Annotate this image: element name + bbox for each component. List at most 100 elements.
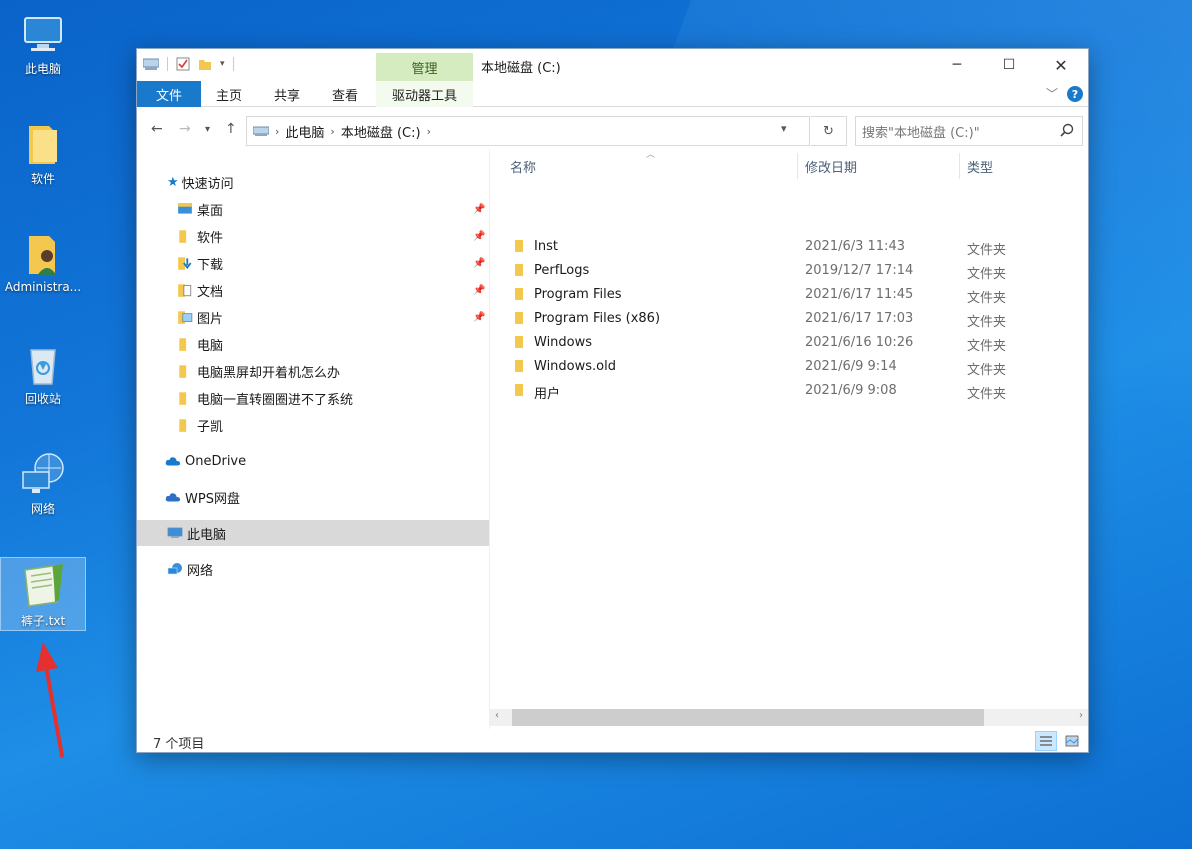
item-count: 7 个项目 bbox=[153, 737, 205, 752]
nav-label: 网络 bbox=[187, 563, 214, 579]
details-view-button[interactable] bbox=[1035, 731, 1057, 751]
nav-onedrive[interactable]: OneDrive bbox=[137, 448, 489, 474]
scroll-right-arrow-icon[interactable]: › bbox=[1079, 710, 1083, 721]
column-header-date[interactable]: 修改日期 bbox=[805, 149, 857, 183]
tab-drive-tools[interactable]: 驱动器工具 bbox=[376, 81, 473, 107]
properties-icon[interactable] bbox=[176, 57, 190, 71]
breadcrumb-chevron-icon[interactable]: › bbox=[330, 125, 334, 138]
nav-quick-access[interactable]: ★ 快速访问 bbox=[137, 169, 489, 195]
breadcrumb-this-pc[interactable]: 此电脑 bbox=[285, 122, 324, 141]
customize-toolbar-chevron-icon[interactable]: ▾ bbox=[220, 59, 225, 69]
nav-wps-drive[interactable]: WPS网盘 bbox=[137, 484, 489, 510]
computer-icon bbox=[167, 527, 183, 538]
help-icon[interactable]: ? bbox=[1067, 86, 1083, 102]
large-icons-view-button[interactable] bbox=[1061, 731, 1083, 751]
navigation-bar: ← → ▾ ↑ › 此电脑 › 本地磁盘 (C:) › ▾ ↻ 搜索"本地磁盘 … bbox=[137, 113, 1088, 149]
refresh-button[interactable]: ↻ bbox=[811, 116, 847, 146]
up-arrow-icon[interactable]: ↑ bbox=[225, 121, 237, 137]
desktop-icon-recycle-bin[interactable]: 回收站 bbox=[0, 336, 86, 410]
nav-item-downloads[interactable]: 下载 bbox=[137, 250, 489, 276]
tab-home[interactable]: 主页 bbox=[201, 81, 257, 107]
folder-icon bbox=[179, 365, 187, 378]
tab-manage[interactable]: 管理 bbox=[376, 53, 473, 81]
breadcrumb-chevron-icon[interactable]: › bbox=[427, 125, 431, 138]
drive-icon bbox=[143, 58, 159, 70]
tab-file[interactable]: 文件 bbox=[137, 81, 201, 107]
nav-item-spinning-folder[interactable]: 电脑一直转圈圈进不了系统 bbox=[137, 385, 489, 411]
address-history-chevron-icon[interactable]: ▾ bbox=[781, 122, 787, 135]
scrollbar-thumb[interactable] bbox=[512, 709, 984, 726]
minimize-button[interactable]: ─ bbox=[931, 49, 983, 81]
column-separator[interactable] bbox=[797, 153, 798, 179]
file-name: 用户 bbox=[534, 387, 561, 402]
desktop-icon-label: Administra... bbox=[4, 280, 82, 294]
address-bar[interactable]: › 此电脑 › 本地磁盘 (C:) › bbox=[246, 116, 810, 146]
file-row[interactable]: Inst 2021/6/3 11:43 文件夹 bbox=[490, 235, 1088, 259]
breadcrumb-local-disk[interactable]: 本地磁盘 (C:) bbox=[341, 122, 421, 141]
column-separator[interactable] bbox=[959, 153, 960, 179]
search-input[interactable]: 搜索"本地磁盘 (C:)" bbox=[855, 116, 1083, 146]
back-arrow-icon[interactable]: ← bbox=[151, 121, 163, 137]
horizontal-scrollbar[interactable]: ‹ › bbox=[490, 709, 1088, 726]
pin-icon[interactable]: 📌 bbox=[473, 258, 485, 269]
pin-icon[interactable]: 📌 bbox=[473, 312, 485, 323]
pin-icon[interactable]: 📌 bbox=[473, 231, 485, 242]
pin-icon[interactable]: 📌 bbox=[473, 204, 485, 215]
desktop-icon-administrator[interactable]: Administra... bbox=[0, 226, 86, 300]
new-folder-icon[interactable] bbox=[198, 57, 212, 71]
column-header-type[interactable]: 类型 bbox=[967, 149, 993, 183]
recycle-bin-icon bbox=[19, 340, 67, 388]
file-date: 2021/6/17 11:45 bbox=[805, 287, 914, 302]
desktop-icon-network[interactable]: 网络 bbox=[0, 446, 86, 520]
file-row[interactable]: Windows.old 2021/6/9 9:14 文件夹 bbox=[490, 355, 1088, 379]
desktop-icon-label: 回收站 bbox=[24, 392, 61, 406]
tab-share[interactable]: 共享 bbox=[259, 81, 315, 107]
close-button[interactable]: ✕ bbox=[1035, 49, 1087, 81]
scroll-left-arrow-icon[interactable]: ‹ bbox=[495, 710, 499, 721]
desktop-icon-software-folder[interactable]: 软件 bbox=[0, 116, 86, 190]
network-icon bbox=[19, 450, 67, 498]
nav-network[interactable]: 网络 bbox=[137, 556, 489, 582]
desktop-icon-this-pc[interactable]: 此电脑 bbox=[0, 6, 86, 80]
expand-ribbon-icon[interactable]: ﹀ bbox=[1046, 85, 1058, 102]
file-type: 文件夹 bbox=[967, 315, 1007, 330]
folder-icon bbox=[515, 288, 523, 300]
ribbon-tabs: 文件 主页 共享 查看 驱动器工具 ﹀ ? bbox=[137, 81, 1088, 107]
file-type: 文件夹 bbox=[967, 267, 1007, 282]
nav-item-desktop[interactable]: 桌面 bbox=[137, 196, 489, 222]
column-header-name[interactable]: 名称 bbox=[510, 149, 536, 183]
nav-item-black-screen-folder[interactable]: 电脑黑屏却开着机怎么办 bbox=[137, 358, 489, 384]
forward-arrow-icon[interactable]: → bbox=[179, 121, 191, 137]
maximize-button[interactable]: ☐ bbox=[983, 49, 1035, 81]
search-placeholder: 搜索"本地磁盘 (C:)" bbox=[862, 125, 980, 141]
file-row[interactable]: 用户 2021/6/9 9:08 文件夹 bbox=[490, 379, 1088, 403]
folder-icon bbox=[515, 240, 523, 252]
recent-locations-chevron-icon[interactable]: ▾ bbox=[205, 124, 210, 135]
pin-icon[interactable]: 📌 bbox=[473, 285, 485, 296]
nav-item-zikai-folder[interactable]: 子凯 bbox=[137, 412, 489, 438]
nav-label: 软件 bbox=[197, 230, 224, 246]
tab-view[interactable]: 查看 bbox=[317, 81, 373, 107]
refresh-icon: ↻ bbox=[823, 123, 834, 139]
nav-item-pictures[interactable]: 图片 bbox=[137, 304, 489, 330]
nav-item-computer-folder[interactable]: 电脑 bbox=[137, 331, 489, 357]
nav-item-software[interactable]: 软件 bbox=[137, 223, 489, 249]
nav-label: 电脑 bbox=[197, 338, 224, 354]
wps-cloud-icon bbox=[165, 493, 181, 502]
documents-folder-icon bbox=[178, 284, 192, 297]
file-row[interactable]: Program Files 2021/6/17 11:45 文件夹 bbox=[490, 283, 1088, 307]
file-row[interactable]: PerfLogs 2019/12/7 17:14 文件夹 bbox=[490, 259, 1088, 283]
pictures-folder-icon bbox=[178, 311, 193, 324]
file-row[interactable]: Windows 2021/6/16 10:26 文件夹 bbox=[490, 331, 1088, 355]
nav-this-pc[interactable]: 此电脑 bbox=[137, 520, 489, 546]
folder-icon bbox=[179, 392, 187, 405]
computer-icon bbox=[19, 10, 67, 58]
desktop-icon-text-file[interactable]: 裤子.txt bbox=[0, 557, 86, 631]
file-type: 文件夹 bbox=[967, 291, 1007, 306]
nav-item-documents[interactable]: 文档 bbox=[137, 277, 489, 303]
file-explorer-window: ▾ 管理 本地磁盘 (C:) ─ ☐ ✕ 文件 主页 共享 查看 驱动器工具 ﹀… bbox=[136, 48, 1089, 753]
file-row[interactable]: Program Files (x86) 2021/6/17 17:03 文件夹 bbox=[490, 307, 1088, 331]
file-name: Windows bbox=[534, 335, 593, 350]
breadcrumb-chevron-icon[interactable]: › bbox=[275, 125, 279, 138]
search-icon bbox=[1060, 123, 1074, 137]
